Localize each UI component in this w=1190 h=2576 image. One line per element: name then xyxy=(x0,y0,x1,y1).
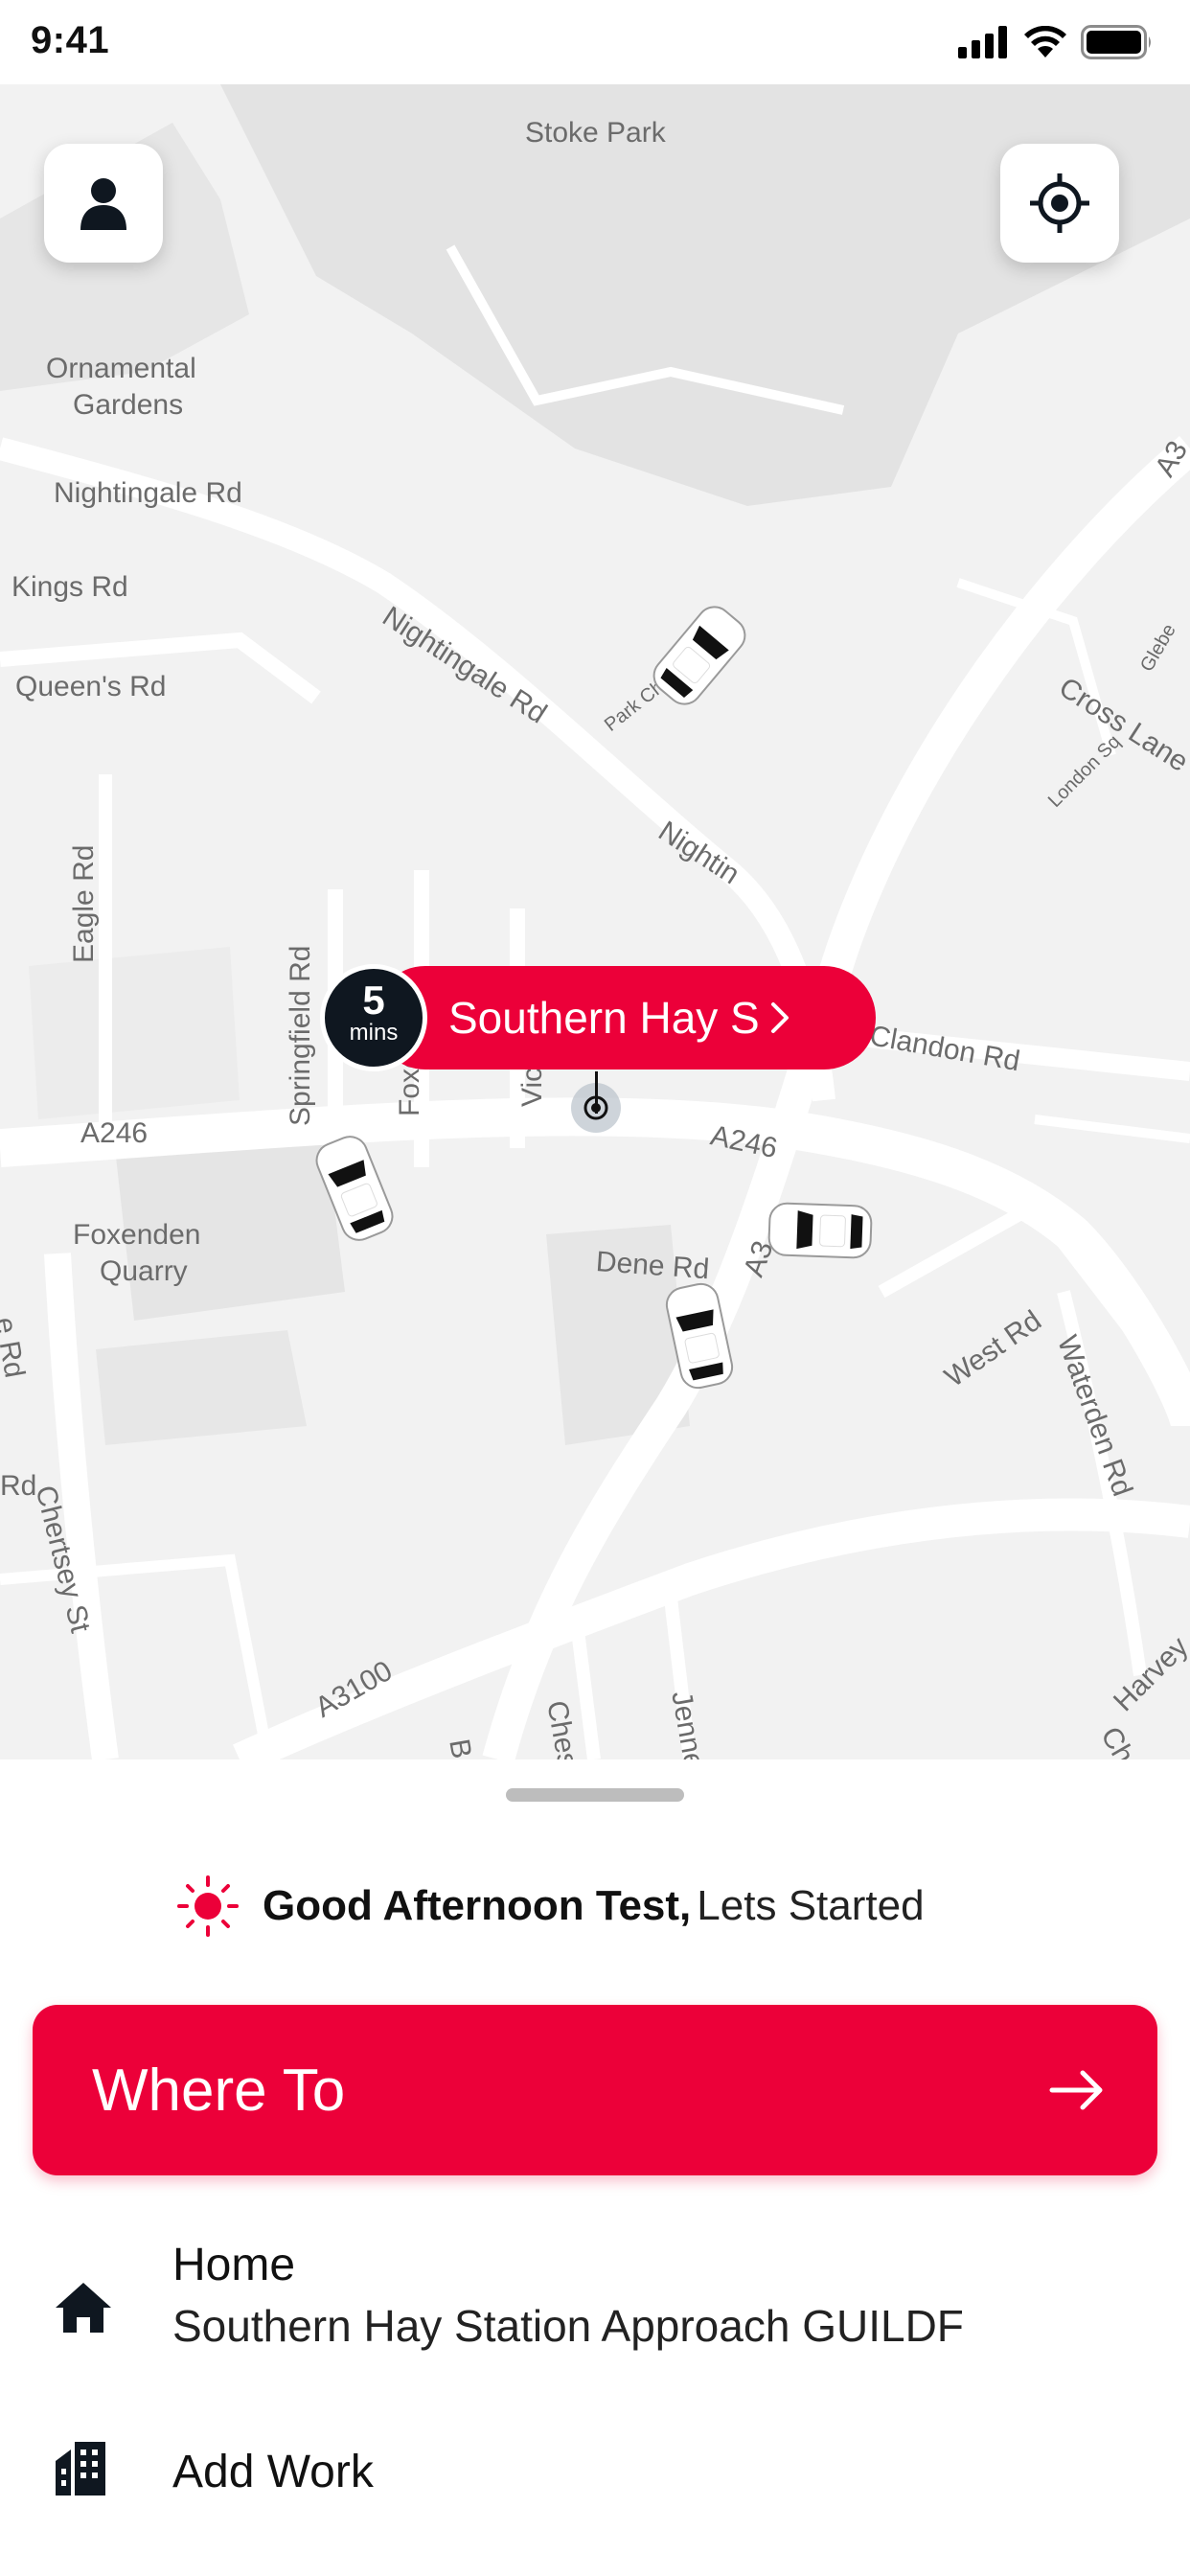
sheet-grabber[interactable] xyxy=(506,1788,684,1802)
car-icon xyxy=(767,1202,873,1259)
building-icon xyxy=(56,2442,105,2496)
map-label-stoke-park: Stoke Park xyxy=(525,117,666,149)
eta-unit: mins xyxy=(349,1020,399,1046)
eta-value: 5 xyxy=(362,978,385,1023)
map-view[interactable]: Stoke Park Ornamental Gardens Nightingal… xyxy=(0,84,1190,1760)
map-label-kings-rd: Kings Rd xyxy=(11,571,128,603)
chevron-right-icon xyxy=(770,1002,789,1033)
greeting: Good Afternoon Test, Lets Started xyxy=(176,1874,925,1938)
saved-place-home[interactable]: Home Southern Hay Station Approach GUILD… xyxy=(0,2220,1190,2363)
pin-stem xyxy=(595,1071,598,1114)
locate-me-button[interactable] xyxy=(1000,144,1119,263)
pickup-pill-body[interactable]: Southern Hay S xyxy=(374,966,876,1070)
status-icons xyxy=(958,25,1154,59)
pickup-name: Southern Hay S xyxy=(448,993,760,1043)
saved-place-work[interactable]: Add Work xyxy=(0,2411,1190,2526)
battery-icon xyxy=(1081,25,1151,59)
profile-button[interactable] xyxy=(44,144,163,263)
where-to-button[interactable]: Where To xyxy=(33,2005,1157,2175)
eta-badge: 5 mins xyxy=(320,964,427,1071)
map-label-springfield-rd: Springfield Rd xyxy=(285,945,316,1126)
greeting-bold: Good Afternoon Test, xyxy=(263,1882,692,1929)
map-label-quarry: Quarry xyxy=(100,1255,188,1287)
map-label-ornamental: Ornamental xyxy=(46,353,196,384)
map-base xyxy=(0,84,1190,1760)
wifi-icon xyxy=(1024,26,1066,58)
crosshair-icon xyxy=(1030,173,1089,233)
home-address: Southern Hay Station Approach GUILDF xyxy=(172,2301,964,2351)
greeting-rest: Lets Started xyxy=(697,1882,925,1929)
pickup-location-pill[interactable]: Southern Hay S 5 mins xyxy=(320,964,876,1071)
map-label-rd-left: Rd xyxy=(0,1470,37,1502)
status-bar: 9:41 xyxy=(0,0,1190,84)
map-label-eagle-rd: Eagle Rd xyxy=(68,844,100,963)
status-time: 9:41 xyxy=(31,19,110,61)
bottom-sheet: Good Afternoon Test, Lets Started Where … xyxy=(0,1760,1190,2576)
map-label-foxenden: Foxenden xyxy=(73,1219,201,1251)
home-icon xyxy=(56,2283,111,2333)
sun-icon xyxy=(177,1875,239,1937)
map-label-nightingale-rd: Nightingale Rd xyxy=(54,477,242,509)
where-to-label: Where To xyxy=(92,2057,346,2124)
home-title: Home xyxy=(172,2240,296,2290)
map-label-queens-rd: Queen's Rd xyxy=(15,671,167,702)
person-icon xyxy=(80,178,126,230)
signal-icon xyxy=(958,26,1007,58)
add-work-title: Add Work xyxy=(172,2447,374,2497)
map-label-gardens: Gardens xyxy=(73,389,184,421)
map-label-a246-left: A246 xyxy=(80,1117,149,1149)
arrow-right-icon xyxy=(1049,2070,1103,2110)
